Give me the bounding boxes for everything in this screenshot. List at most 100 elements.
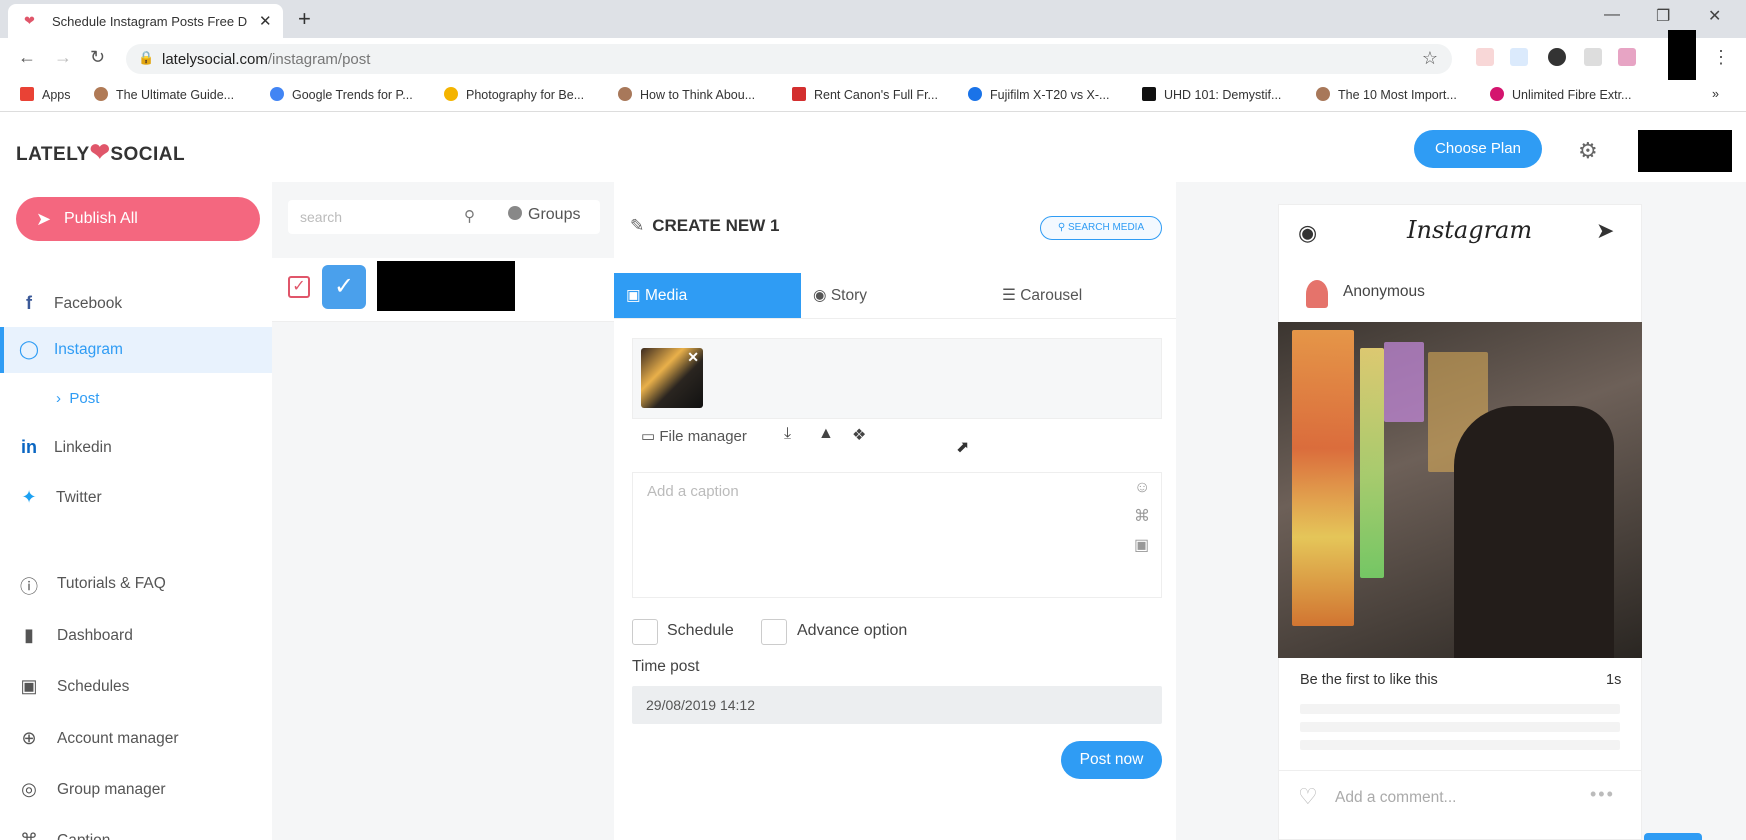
dropbox-icon[interactable]: ❖ [852, 425, 866, 445]
bookmark-item[interactable]: The 10 Most Import... [1316, 87, 1457, 102]
bookmark-label: Fujifilm X-T20 vs X-... [990, 88, 1110, 102]
instagram-icon: ◯ [18, 339, 40, 359]
tab-close-icon[interactable]: ✕ [259, 12, 272, 30]
file-manager-button[interactable]: ▭ File manager [641, 427, 747, 445]
caption-textarea[interactable]: Add a caption [632, 472, 1162, 598]
apps-grid-icon [20, 87, 34, 101]
bookmark-label: Unlimited Fibre Extr... [1512, 88, 1632, 102]
bookmark-label: The 10 Most Import... [1338, 88, 1457, 102]
tab-label: Media [644, 287, 688, 304]
preview-photo [1278, 322, 1642, 658]
sidebar-item-twitter[interactable]: ✦ Twitter [0, 475, 272, 521]
bookmark-star-icon[interactable]: ☆ [1422, 48, 1438, 69]
browser-menu-icon[interactable]: ⋮ [1712, 47, 1730, 68]
groups-toggle[interactable]: Groups [508, 206, 580, 224]
camera-icon: ◉ [813, 287, 827, 304]
sidebar-subitem-post[interactable]: › Post [56, 390, 99, 407]
sidebar-item-caption[interactable]: ⌘ Caption [0, 818, 272, 840]
camera-icon: ◉ [1298, 220, 1318, 245]
settings-sliders-icon[interactable]: ⚙ [1578, 138, 1598, 164]
schedule-label: Schedule [667, 622, 734, 639]
save-icon[interactable]: ▣ [1134, 535, 1149, 555]
bookmark-item[interactable]: UHD 101: Demystif... [1142, 87, 1281, 102]
post-now-button[interactable]: Post now [1061, 741, 1162, 779]
create-new-title: ✎ CREATE NEW 1 [630, 216, 779, 236]
extension-iq-icon[interactable] [1510, 48, 1528, 66]
brand-logo[interactable]: LATELY❤SOCIAL [16, 138, 185, 167]
rooster-heart-icon: ❤ [89, 139, 111, 166]
bookmark-item[interactable]: Fujifilm X-T20 vs X-... [968, 87, 1109, 102]
advance-option-checkbox[interactable] [761, 619, 787, 645]
facebook-icon: f [26, 293, 32, 313]
create-title-text: CREATE NEW 1 [652, 216, 780, 235]
search-icon[interactable]: ⚲ [464, 207, 475, 225]
photo-light-panel [1384, 342, 1424, 422]
browser-tab[interactable]: ❤ Schedule Instagram Posts Free D ✕ [8, 4, 283, 38]
google-drive-icon[interactable]: ▲ [818, 425, 834, 443]
bookmark-item[interactable]: Rent Canon's Full Fr... [792, 87, 938, 102]
publish-all-button[interactable]: ➤ Publish All [16, 197, 260, 241]
lock-icon: 🔒 [138, 50, 155, 65]
extension-instagram-icon[interactable] [1618, 48, 1636, 66]
photo-person-silhouette [1454, 406, 1614, 658]
paper-plane-icon: ➤ [36, 209, 52, 229]
account-checkbox[interactable]: ✓ [288, 276, 310, 298]
new-tab-icon[interactable]: + [298, 6, 311, 32]
sidebar-item-group-manager[interactable]: ◎ Group manager [0, 767, 272, 813]
user-avatar [1306, 280, 1328, 308]
sidebar-item-facebook[interactable]: f Facebook [0, 281, 272, 327]
sidebar-item-tutorials[interactable]: ⓘ Tutorials & FAQ [0, 561, 272, 607]
search-media-button[interactable]: ⚲ SEARCH MEDIA [1040, 216, 1162, 240]
bookmark-label: How to Think Abou... [640, 88, 756, 102]
bookmark-apps[interactable]: Apps [20, 87, 71, 102]
tab-media[interactable]: ▣ Media [614, 273, 801, 319]
restore-icon[interactable]: ❐ [1656, 6, 1670, 26]
extension-pocket-icon[interactable] [1476, 48, 1494, 66]
likes-text: Be the first to like this [1300, 672, 1438, 688]
heart-icon: ♡ [1298, 784, 1318, 809]
sidebar-item-account-manager[interactable]: ⊕ Account manager [0, 716, 272, 762]
schedule-checkbox[interactable] [632, 619, 658, 645]
forward-icon[interactable]: → [54, 47, 72, 68]
extension-dark-circle-icon[interactable] [1548, 48, 1566, 66]
media-thumbnail[interactable]: ✕ [641, 348, 703, 408]
command-icon[interactable]: ⌘ [1134, 506, 1150, 526]
upload-icon[interactable]: ⤓ [784, 425, 791, 443]
bookmarks-overflow-icon[interactable]: » [1712, 87, 1719, 101]
post-time-ago: 1s [1606, 672, 1622, 688]
tab-title: Schedule Instagram Posts Free D [52, 14, 248, 29]
chat-launcher-button[interactable] [1644, 833, 1702, 840]
sidebar-item-label: Instagram [54, 341, 123, 358]
bookmark-favicon-icon [444, 87, 458, 101]
bookmark-favicon-icon [94, 87, 108, 101]
sidebar-item-dashboard[interactable]: ▮ Dashboard [0, 613, 272, 659]
comment-bar [1278, 770, 1642, 824]
tab-story[interactable]: ◉ Story [801, 273, 988, 319]
bookmark-item[interactable]: The Ultimate Guide... [94, 87, 234, 102]
emoji-icon[interactable]: ☺ [1134, 479, 1150, 497]
reload-icon[interactable]: ↻ [90, 47, 105, 68]
bookmark-item[interactable]: How to Think Abou... [618, 87, 755, 102]
window-close-icon[interactable]: ✕ [1708, 6, 1721, 26]
time-post-input[interactable]: 29/08/2019 14:12 [632, 686, 1162, 724]
sidebar-item-schedules[interactable]: ▣ Schedules [0, 664, 272, 710]
bookmark-item[interactable]: Google Trends for P... [270, 87, 413, 102]
more-options-icon: ••• [1590, 784, 1615, 804]
bookmark-item[interactable]: Photography for Be... [444, 87, 584, 102]
url-text: latelysocial.com/instagram/post [162, 51, 370, 68]
choose-plan-button[interactable]: Choose Plan [1414, 130, 1542, 168]
calendar-icon: ▣ [20, 676, 38, 696]
sidebar-item-linkedin[interactable]: in Linkedin [0, 425, 272, 471]
extension-signal-icon[interactable] [1584, 48, 1602, 66]
bookmark-label: Apps [42, 88, 71, 102]
sidebar-item-instagram[interactable]: ◯ Instagram [0, 327, 272, 373]
remove-media-icon[interactable]: ✕ [687, 349, 699, 366]
back-icon[interactable]: ← [18, 47, 36, 68]
minimize-icon[interactable]: — [1604, 6, 1620, 24]
brand-text-left: LATELY [16, 144, 90, 165]
bookmark-item[interactable]: Unlimited Fibre Extr... [1490, 87, 1631, 102]
url-omnibox[interactable]: 🔒 latelysocial.com/instagram/post ☆ [126, 44, 1452, 74]
tab-carousel[interactable]: ☰ Carousel [988, 273, 1176, 319]
tab-label: Carousel [1020, 287, 1083, 304]
bar-chart-icon: ▮ [24, 625, 34, 645]
